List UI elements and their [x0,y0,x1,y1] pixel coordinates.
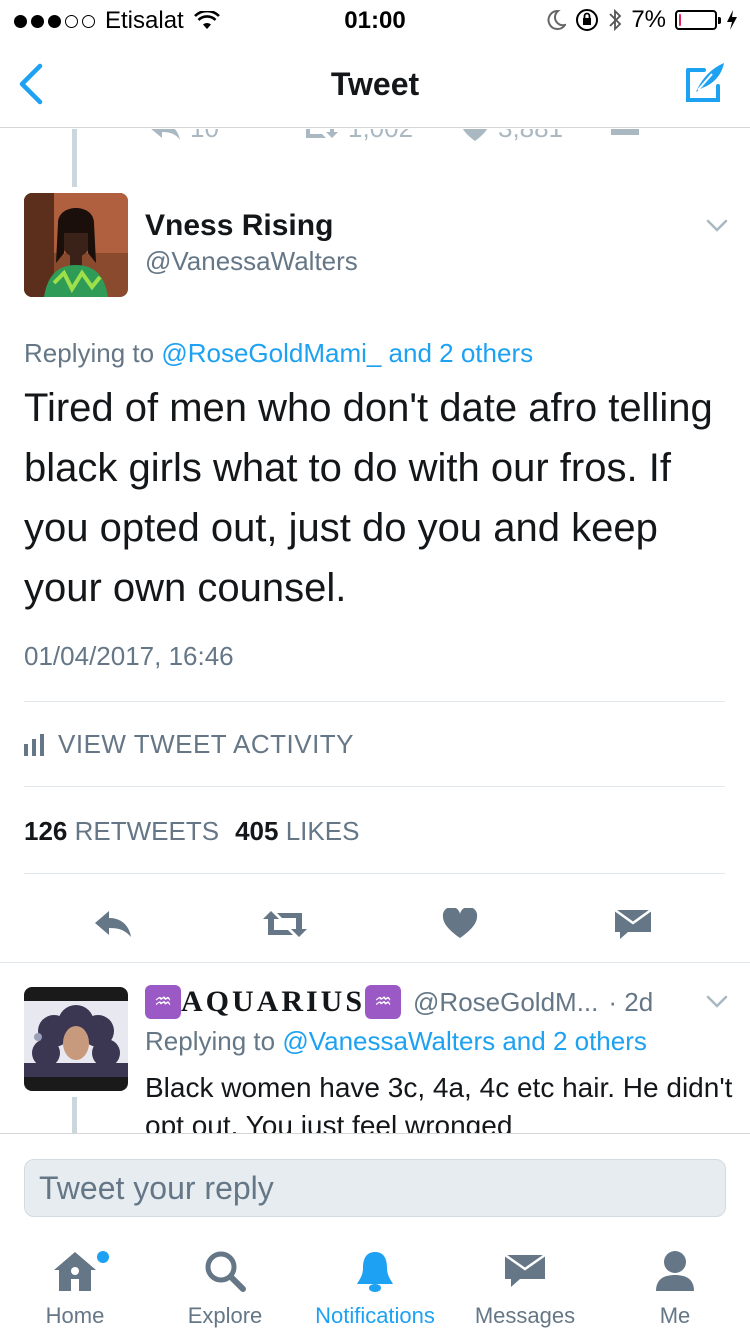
tab-bar: Home Explore Notifications Messages Me [0,1235,750,1334]
battery-icon [675,10,721,30]
previous-reply-count[interactable]: 10 [148,129,219,144]
avatar[interactable] [24,193,128,297]
envelope-icon [504,1253,546,1287]
status-bar: Etisalat 01:00 7% [0,0,750,40]
analytics-bars-icon [24,733,44,756]
tab-messages[interactable]: Messages [450,1245,600,1334]
home-icon [54,1252,96,1291]
battery-percent: 7% [631,6,666,33]
compose-tweet-icon[interactable] [682,60,728,106]
tab-home[interactable]: Home [0,1245,150,1334]
profile-illustration [24,987,128,1091]
tweet-thread[interactable]: 10 1,002 3,881 Vness R [0,129,750,1133]
aquarius-emoji: ♒ [365,985,402,1019]
tweet-action-bar [0,894,750,964]
bell-icon [357,1252,393,1292]
moon-icon [547,9,567,30]
bluetooth-icon [609,8,622,32]
reply-author-handle[interactable]: @RoseGoldM... [413,987,598,1018]
replying-to-link[interactable]: @VanessaWalters and 2 others [282,1026,647,1056]
avatar[interactable] [24,987,128,1091]
envelope-icon [614,908,652,939]
reply-author-name[interactable]: AQUARIUS [181,985,365,1019]
search-icon [205,1251,246,1292]
retweet-button[interactable] [260,904,310,944]
replying-to: Replying to @VanessaWalters and 2 others [145,1026,647,1056]
reply-composer: Tweet your reply [0,1133,750,1235]
heart-icon [463,129,487,141]
notification-dot [97,1251,109,1263]
replying-to-link[interactable]: @RoseGoldMami_ and 2 others [161,338,533,368]
previous-message-icon[interactable] [610,129,640,137]
thread-connector [72,129,77,187]
nav-bar: Tweet [0,40,750,128]
reply-text: Black women have 3c, 4a, 4c etc hair. He… [145,1072,733,1133]
tab-notifications[interactable]: Notifications [300,1245,450,1334]
author-name[interactable]: Vness Rising [145,209,333,243]
page-title: Tweet [330,66,420,102]
reply-time: · 2d [608,986,654,1017]
retweets-stat[interactable]: 126 RETWEETS [24,816,219,847]
tweet-text: Tired of men who don't date afro telling… [24,386,713,610]
view-tweet-activity-button[interactable]: VIEW TWEET ACTIVITY [24,729,354,760]
replying-to: Replying to @RoseGoldMami_ and 2 others [24,338,534,368]
divider [24,701,725,702]
reply-button[interactable] [88,904,138,944]
rotation-lock-icon [576,9,599,31]
author-handle[interactable]: @VanessaWalters [145,246,358,277]
previous-retweet-count[interactable]: 1,002 [300,129,413,144]
thread-connector [72,1097,77,1133]
profile-photo [24,193,128,297]
reply-icon [151,129,180,140]
retweet-icon [306,129,338,138]
reply-header: ♒ AQUARIUS ♒ @RoseGoldM... · 2d [145,982,735,1022]
direct-message-button[interactable] [608,904,658,944]
tweet-timestamp: 01/04/2017, 16:46 [24,641,234,671]
likes-stat[interactable]: 405 LIKES [235,816,359,847]
previous-like-count[interactable]: 3,881 [460,129,563,144]
engagement-stats: 126 RETWEETS 405 LIKES [24,816,359,847]
tab-me[interactable]: Me [600,1245,750,1334]
charging-bolt-icon [727,10,737,30]
heart-icon [442,908,478,938]
chevron-down-icon[interactable] [706,219,728,233]
reply-icon [95,911,131,937]
retweet-icon [263,911,307,937]
envelope-icon [611,129,639,135]
divider [24,873,725,874]
battery-fill [679,14,682,26]
person-icon [656,1251,694,1291]
divider [0,962,750,963]
previous-tweet-actions: 10 1,002 3,881 [140,129,700,153]
like-button[interactable] [435,904,485,944]
tab-explore[interactable]: Explore [150,1245,300,1334]
chevron-down-icon[interactable] [706,995,728,1009]
aquarius-emoji: ♒ [145,985,181,1019]
reply-input[interactable]: Tweet your reply [24,1159,726,1217]
divider [24,786,725,787]
